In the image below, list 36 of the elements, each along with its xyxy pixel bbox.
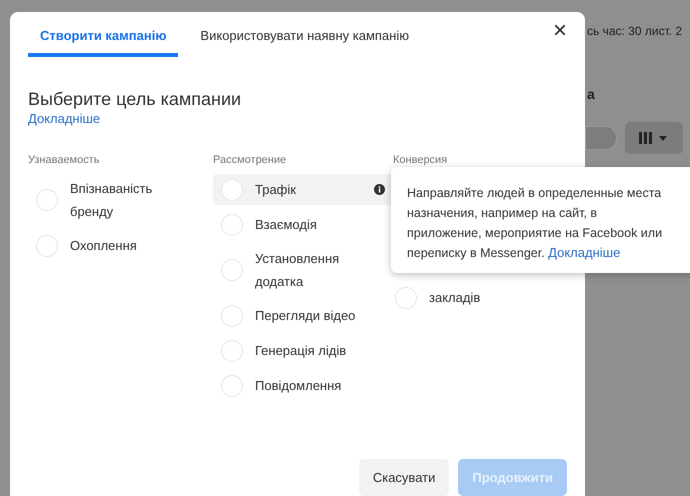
radio-button[interactable]: [221, 374, 243, 396]
option-label: Генерація лідів: [255, 342, 346, 360]
radio-button[interactable]: [221, 214, 243, 236]
column-heading: Узнаваемость: [28, 154, 101, 166]
radio-button[interactable]: [221, 304, 243, 326]
radio-button[interactable]: [221, 178, 243, 200]
option-label: Повідомлення: [255, 377, 342, 395]
section-title: а: [587, 86, 595, 102]
radio-button[interactable]: [36, 189, 58, 211]
date-text: сь час: 30 лист. 2: [587, 24, 682, 38]
learn-more-link[interactable]: Докладніше: [548, 245, 620, 260]
tab[interactable]: Використовувати наявну кампанію: [188, 28, 421, 57]
cancel-button[interactable]: Скасувати: [358, 459, 450, 496]
close-button[interactable]: ×: [552, 19, 567, 57]
radio-button[interactable]: [221, 340, 243, 362]
option-label: Перегляди відео: [255, 307, 356, 325]
column-heading: Рассмотрение: [213, 154, 288, 166]
option-label: Охоплення: [70, 237, 137, 255]
option-label: Установлення додатка: [255, 250, 340, 291]
info-icon[interactable]: [374, 184, 385, 195]
learn-more-link[interactable]: Докладніше: [28, 111, 100, 126]
radio-button[interactable]: [395, 286, 417, 308]
option-row[interactable]: Трафік: [213, 174, 393, 205]
option-label: Трафік: [255, 181, 296, 199]
column-heading: Конверсия: [393, 154, 448, 166]
radio-button[interactable]: [221, 259, 243, 281]
option-label: Впізнаваність бренду: [70, 180, 154, 221]
columns-button[interactable]: [625, 122, 683, 154]
option-label: закладів: [429, 289, 480, 307]
option-label: Взаємодія: [255, 216, 317, 234]
radio-button[interactable]: [36, 234, 58, 256]
columns-icon: [639, 131, 669, 145]
toggle-switch[interactable]: [585, 126, 617, 150]
tooltip-text: Направляйте людей в определенные места назначения, например на сайт, в приложение, мероприятие на Facebook или переписку в Messenger. Докладніше: [407, 185, 664, 262]
tab[interactable]: Створити кампанію: [28, 28, 178, 57]
dialog-title: Выберите цель кампании: [28, 89, 242, 110]
